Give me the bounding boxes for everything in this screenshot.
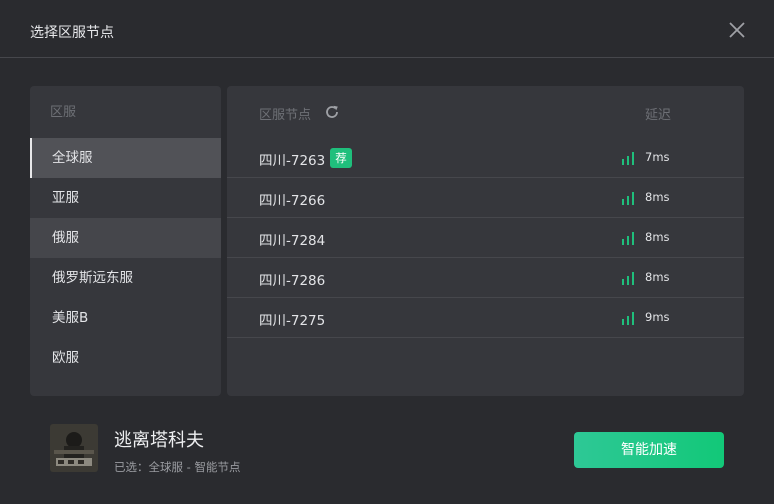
node-name: 四川-7284 xyxy=(259,233,326,249)
close-button[interactable] xyxy=(726,19,748,41)
region-panel: 区服 全球服 亚服 俄服 俄罗斯远东服 美服B 欧服 xyxy=(30,86,221,396)
latency-header: 延迟 xyxy=(645,108,672,123)
region-header: 区服 xyxy=(50,105,77,120)
node-panel: 区服节点 延迟 四川-7263 荐 7ms 四川-7266 8ms 四川-728… xyxy=(227,86,744,396)
node-row[interactable]: 四川-7263 荐 7ms xyxy=(227,138,744,178)
node-header: 区服节点 xyxy=(259,108,312,123)
node-name: 四川-7286 xyxy=(259,273,326,289)
signal-icon xyxy=(622,312,634,325)
refresh-icon[interactable] xyxy=(323,103,341,121)
region-item-asia[interactable]: 亚服 xyxy=(30,178,221,218)
node-latency: 8ms xyxy=(645,190,670,204)
smart-accelerate-button[interactable]: 智能加速 xyxy=(574,432,724,468)
region-list: 全球服 亚服 俄服 俄罗斯远东服 美服B 欧服 xyxy=(30,138,221,378)
signal-icon xyxy=(622,272,634,285)
node-latency: 8ms xyxy=(645,230,670,244)
node-row[interactable]: 四川-7275 9ms xyxy=(227,298,744,338)
region-item-russia-far-east[interactable]: 俄罗斯远东服 xyxy=(30,258,221,298)
region-item-global[interactable]: 全球服 xyxy=(30,138,221,178)
signal-icon xyxy=(622,152,634,165)
region-node-dialog: 选择区服节点 区服 全球服 亚服 俄服 俄罗斯远东服 美服B 欧服 区服节点 延… xyxy=(0,0,774,504)
node-latency: 9ms xyxy=(645,310,670,324)
game-cover-image xyxy=(50,424,98,472)
close-icon xyxy=(729,22,745,38)
dialog-title: 选择区服节点 xyxy=(30,25,114,41)
node-row[interactable]: 四川-7284 8ms xyxy=(227,218,744,258)
node-list: 四川-7263 荐 7ms 四川-7266 8ms 四川-7284 8ms 四川… xyxy=(227,138,744,338)
recommended-badge: 荐 xyxy=(330,148,352,168)
region-item-us-b[interactable]: 美服B xyxy=(30,298,221,338)
dialog-title-bar: 选择区服节点 xyxy=(0,0,774,58)
region-item-europe[interactable]: 欧服 xyxy=(30,338,221,378)
node-latency: 8ms xyxy=(645,270,670,284)
node-row[interactable]: 四川-7286 8ms xyxy=(227,258,744,298)
signal-icon xyxy=(622,192,634,205)
node-row[interactable]: 四川-7266 8ms xyxy=(227,178,744,218)
signal-icon xyxy=(622,232,634,245)
node-name: 四川-7275 xyxy=(259,313,326,329)
selection-summary: 已选：全球服 - 智能节点 xyxy=(114,460,241,474)
region-item-russia[interactable]: 俄服 xyxy=(30,218,221,258)
node-latency: 7ms xyxy=(645,150,670,164)
node-name: 四川-7263 xyxy=(259,153,326,169)
game-title: 逃离塔科夫 xyxy=(114,430,204,451)
node-name: 四川-7266 xyxy=(259,193,326,209)
